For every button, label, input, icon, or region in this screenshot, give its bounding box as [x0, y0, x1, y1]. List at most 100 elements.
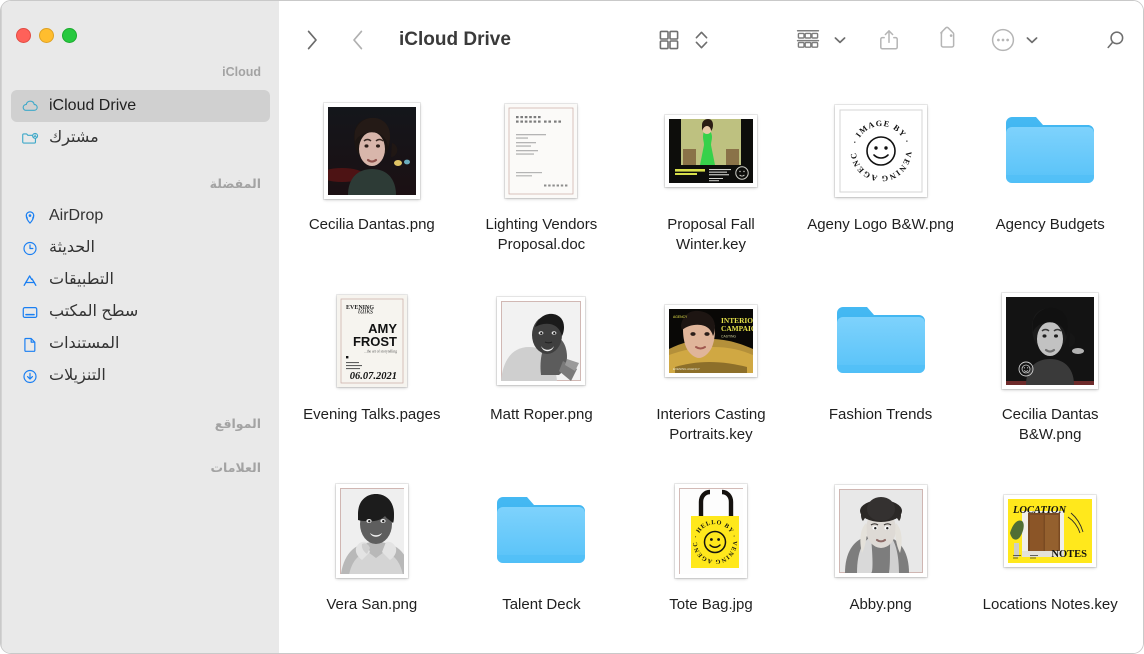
zoom-button[interactable]: [62, 28, 77, 43]
svg-text:AGENCY: AGENCY: [673, 315, 688, 319]
file-item[interactable]: · IMAGE BY · EVENING AGENCY Ageny Logo B…: [796, 91, 966, 281]
svg-text:FROST: FROST: [353, 334, 397, 349]
photo-thumbnail-cecilia-bw: [1002, 293, 1098, 389]
sidebar-item-label: الحديثة: [49, 240, 95, 256]
group-by-icon[interactable]: [792, 20, 824, 60]
sidebar-group-locations: المواقع: [2, 414, 279, 434]
thumbnail: [324, 97, 420, 205]
thumbnail: EVENING talks AMY FROST ...the art of st…: [337, 287, 407, 395]
minimize-button[interactable]: [39, 28, 54, 43]
file-name: Cecilia Dantas B&W.png: [975, 405, 1125, 445]
forward-button[interactable]: [301, 20, 323, 60]
file-name: Evening Talks.pages: [303, 405, 440, 425]
thumbnail: · HELLO BY · EVENING AGENCY: [675, 477, 747, 585]
finder-window: iCloud iCloud Drive: [0, 0, 1144, 654]
cloud-icon: [20, 96, 40, 116]
file-name: Agency Budgets: [996, 215, 1105, 235]
file-item[interactable]: LOCATION NOTES Locations Notes.key: [965, 471, 1135, 654]
file-name: Fashion Trends: [829, 405, 932, 425]
file-item[interactable]: EVENING talks AMY FROST ...the art of st…: [287, 281, 457, 471]
file-name: Talent Deck: [502, 595, 580, 615]
thumbnail: · IMAGE BY · EVENING AGENCY: [835, 97, 927, 205]
file-name: Proposal Fall Winter.key: [636, 215, 786, 255]
photo-thumbnail-matt-roper: [497, 297, 585, 385]
file-item[interactable]: Proposal Fall Winter.key: [626, 91, 796, 281]
document-thumbnail-proposal-doc: [505, 104, 577, 198]
file-name: Lighting Vendors Proposal.doc: [466, 215, 616, 255]
thumbnail: [665, 97, 757, 205]
sidebar-item-shared[interactable]: مشترك: [11, 122, 270, 154]
share-icon[interactable]: [874, 20, 904, 60]
sidebar-header-favourites: المفضلة: [2, 174, 279, 194]
file-item[interactable]: Cecilia Dantas.png: [287, 91, 457, 281]
sidebar-item-applications[interactable]: التطبيقات: [11, 264, 270, 296]
svg-text:CASTING: CASTING: [721, 335, 736, 339]
photo-thumbnail-vera-san: [336, 484, 408, 578]
thumbnail: [505, 97, 577, 205]
file-item[interactable]: Vera San.png: [287, 471, 457, 654]
thumbnail: [336, 477, 408, 585]
thumbnail: INTERIORS CAMPAIGN CASTING AGENCY EVENIN…: [665, 287, 757, 395]
applications-icon: [20, 270, 40, 290]
sidebar-item-documents[interactable]: المستندات: [11, 328, 270, 360]
file-name: Tote Bag.jpg: [669, 595, 752, 615]
file-item[interactable]: Abby.png: [796, 471, 966, 654]
file-item[interactable]: · HELLO BY · EVENING AGENCY Tote Bag.jpg: [626, 471, 796, 654]
sidebar-item-label: المستندات: [49, 336, 119, 352]
airdrop-icon: [20, 206, 40, 226]
sidebar-item-label: iCloud Drive: [49, 98, 136, 114]
group-menu-chevron-icon[interactable]: [832, 20, 848, 60]
sidebar-group-icloud: iCloud iCloud Drive: [2, 62, 279, 154]
svg-text:06.07.2021: 06.07.2021: [350, 371, 397, 382]
sidebar-item-icloud-drive[interactable]: iCloud Drive: [11, 90, 270, 122]
svg-text:NOTES: NOTES: [1052, 549, 1088, 560]
content-area: iCloud Drive: [279, 1, 1143, 653]
file-item[interactable]: Fashion Trends: [796, 281, 966, 471]
sidebar-item-recents[interactable]: الحديثة: [11, 232, 270, 264]
file-grid: Cecilia Dantas.png: [279, 79, 1143, 654]
sidebar-item-label: سطح المكتب: [49, 304, 138, 320]
folder-icon: [1002, 109, 1098, 194]
action-menu-chevron-icon[interactable]: [1024, 20, 1040, 60]
file-name: Ageny Logo B&W.png: [807, 215, 954, 235]
file-item[interactable]: Cecilia Dantas B&W.png: [965, 281, 1135, 471]
photo-thumbnail-cecilia-color: [324, 103, 420, 199]
search-icon[interactable]: [1102, 20, 1129, 60]
tag-icon[interactable]: [932, 20, 962, 60]
downloads-icon: [20, 366, 40, 386]
documents-icon: [20, 334, 40, 354]
file-name: Locations Notes.key: [983, 595, 1118, 615]
file-name: Cecilia Dantas.png: [309, 215, 435, 235]
window-controls: [2, 1, 279, 43]
sidebar-item-desktop[interactable]: سطح المكتب: [11, 296, 270, 328]
sidebar-item-label: مشترك: [49, 130, 99, 146]
svg-text:CAMPAIGN: CAMPAIGN: [721, 324, 753, 333]
sidebar-group-tags: العلامات: [2, 458, 279, 478]
shared-folder-icon: [20, 128, 40, 148]
svg-text:...the art of storytelling: ...the art of storytelling: [364, 350, 397, 354]
file-item[interactable]: Matt Roper.png: [457, 281, 627, 471]
sidebar-item-downloads[interactable]: التنزيلات: [11, 360, 270, 392]
svg-text:EVENING AGENCY: EVENING AGENCY: [673, 367, 700, 371]
file-item[interactable]: INTERIORS CAMPAIGN CASTING AGENCY EVENIN…: [626, 281, 796, 471]
sidebar-group-favourites: المفضلة AirDrop: [2, 174, 279, 392]
file-name: Matt Roper.png: [490, 405, 593, 425]
keynote-thumbnail-interiors-casting: INTERIORS CAMPAIGN CASTING AGENCY EVENIN…: [665, 305, 757, 377]
file-item[interactable]: Talent Deck: [457, 471, 627, 654]
action-menu-icon[interactable]: [988, 20, 1018, 60]
file-item[interactable]: Lighting Vendors Proposal.doc: [457, 91, 627, 281]
icon-view-icon[interactable]: [655, 20, 683, 60]
keynote-thumbnail-locations-notes: LOCATION NOTES: [1004, 495, 1096, 567]
file-item[interactable]: Agency Budgets: [965, 91, 1135, 281]
sort-icon[interactable]: [693, 20, 710, 60]
back-button[interactable]: [347, 20, 369, 60]
file-name: Vera San.png: [326, 595, 417, 615]
photo-thumbnail-abby: [835, 485, 927, 577]
pages-thumbnail-evening-talks: EVENING talks AMY FROST ...the art of st…: [337, 295, 407, 387]
sidebar-item-label: التطبيقات: [49, 272, 114, 288]
sidebar-header-locations: المواقع: [2, 414, 279, 434]
close-button[interactable]: [16, 28, 31, 43]
sidebar-item-airdrop[interactable]: AirDrop: [11, 200, 270, 232]
thumbnail: [1002, 97, 1098, 205]
sidebar: iCloud iCloud Drive: [1, 1, 279, 653]
